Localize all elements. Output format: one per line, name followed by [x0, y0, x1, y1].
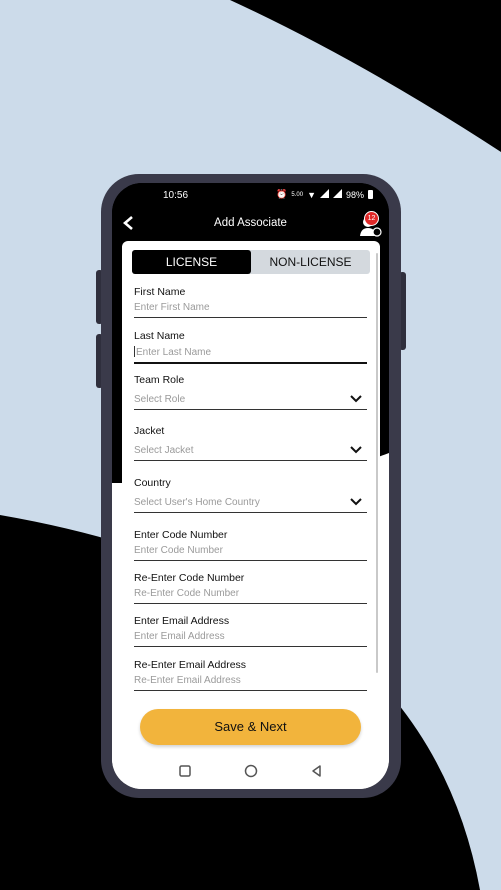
notification-badge: 12: [364, 211, 379, 226]
field-underline: [134, 512, 367, 513]
reenter-email-input[interactable]: Re-Enter Email Address: [134, 675, 367, 686]
text-cursor: [134, 346, 135, 357]
app-bar: Add Associate 12: [112, 209, 389, 239]
home-icon[interactable]: [242, 762, 260, 780]
android-nav-bar: [112, 753, 389, 789]
wifi-icon: ▼: [307, 189, 316, 200]
jacket-select[interactable]: Select Jacket: [134, 445, 367, 456]
back-nav-icon[interactable]: [308, 762, 326, 780]
field-underline: [134, 603, 367, 604]
scrollbar[interactable]: [376, 253, 378, 673]
field-label: Country: [134, 477, 171, 489]
last-name-input[interactable]: Enter Last Name: [134, 346, 367, 358]
reenter-code-number-input[interactable]: Re-Enter Code Number: [134, 588, 367, 599]
first-name-input[interactable]: Enter First Name: [134, 302, 367, 313]
field-underline: [134, 460, 367, 461]
team-role-select[interactable]: Select Role: [134, 394, 367, 405]
field-underline: [134, 646, 367, 647]
status-bar: 10:56 ⏰ 5.00 ▼ 98%: [112, 183, 389, 209]
field-underline: [134, 317, 367, 318]
recents-icon[interactable]: [176, 762, 194, 780]
license-toggle: LICENSE NON-LICENSE: [132, 250, 370, 274]
first-name-field[interactable]: First Name Enter First Name: [134, 286, 367, 318]
tab-non-license[interactable]: NON-LICENSE: [251, 250, 370, 274]
country-select[interactable]: Select User's Home Country: [134, 497, 367, 508]
field-label: Enter Email Address: [134, 615, 230, 627]
field-label: Last Name: [134, 330, 185, 342]
phone-screen: 10:56 ⏰ 5.00 ▼ 98% Add Associate 12 LICE…: [112, 183, 389, 789]
field-underline: [134, 362, 367, 364]
field-label: Re-Enter Email Address: [134, 659, 247, 671]
signal-icon-2: [332, 189, 342, 200]
field-label: Team Role: [134, 374, 185, 386]
field-underline: [134, 560, 367, 561]
signal-icon: [319, 189, 329, 200]
last-name-field[interactable]: Last Name Enter Last Name: [134, 330, 367, 364]
email-input[interactable]: Enter Email Address: [134, 631, 367, 642]
chevron-down-icon[interactable]: [349, 495, 363, 509]
status-time: 10:56: [163, 190, 189, 201]
code-number-field[interactable]: Enter Code Number Enter Code Number: [134, 529, 367, 561]
alarm-icon: ⏰: [276, 189, 288, 199]
battery-percent: 98%: [345, 189, 364, 200]
tab-license[interactable]: LICENSE: [132, 250, 251, 274]
form-card: LICENSE NON-LICENSE First Name Enter Fir…: [122, 241, 380, 699]
field-label: First Name: [134, 286, 186, 298]
field-label: Re-Enter Code Number: [134, 572, 245, 584]
code-number-input[interactable]: Enter Code Number: [134, 545, 367, 556]
field-underline: [134, 409, 367, 410]
last-name-placeholder: Enter Last Name: [136, 347, 212, 358]
jacket-placeholder: Select Jacket: [134, 445, 194, 456]
field-label: Enter Code Number: [134, 529, 228, 541]
country-placeholder: Select User's Home Country: [134, 497, 260, 508]
save-next-button[interactable]: Save & Next: [140, 709, 361, 745]
reenter-email-field[interactable]: Re-Enter Email Address Re-Enter Email Ad…: [134, 659, 367, 691]
field-underline: [134, 690, 367, 691]
team-role-placeholder: Select Role: [134, 394, 186, 405]
team-role-field[interactable]: Team Role Select Role: [134, 374, 367, 410]
battery-icon: [368, 190, 373, 199]
network-speed: 5.00: [291, 191, 304, 198]
email-field[interactable]: Enter Email Address Enter Email Address: [134, 615, 367, 647]
jacket-field[interactable]: Jacket Select Jacket: [134, 425, 367, 461]
reenter-code-number-field[interactable]: Re-Enter Code Number Re-Enter Code Numbe…: [134, 572, 367, 604]
chevron-down-icon[interactable]: [349, 443, 363, 457]
country-field[interactable]: Country Select User's Home Country: [134, 477, 367, 513]
field-label: Jacket: [134, 425, 165, 437]
associate-notification-button[interactable]: 12: [359, 211, 383, 237]
footer: Save & Next: [112, 703, 389, 753]
chevron-down-icon[interactable]: [349, 392, 363, 406]
page-title: Add Associate: [214, 217, 287, 229]
